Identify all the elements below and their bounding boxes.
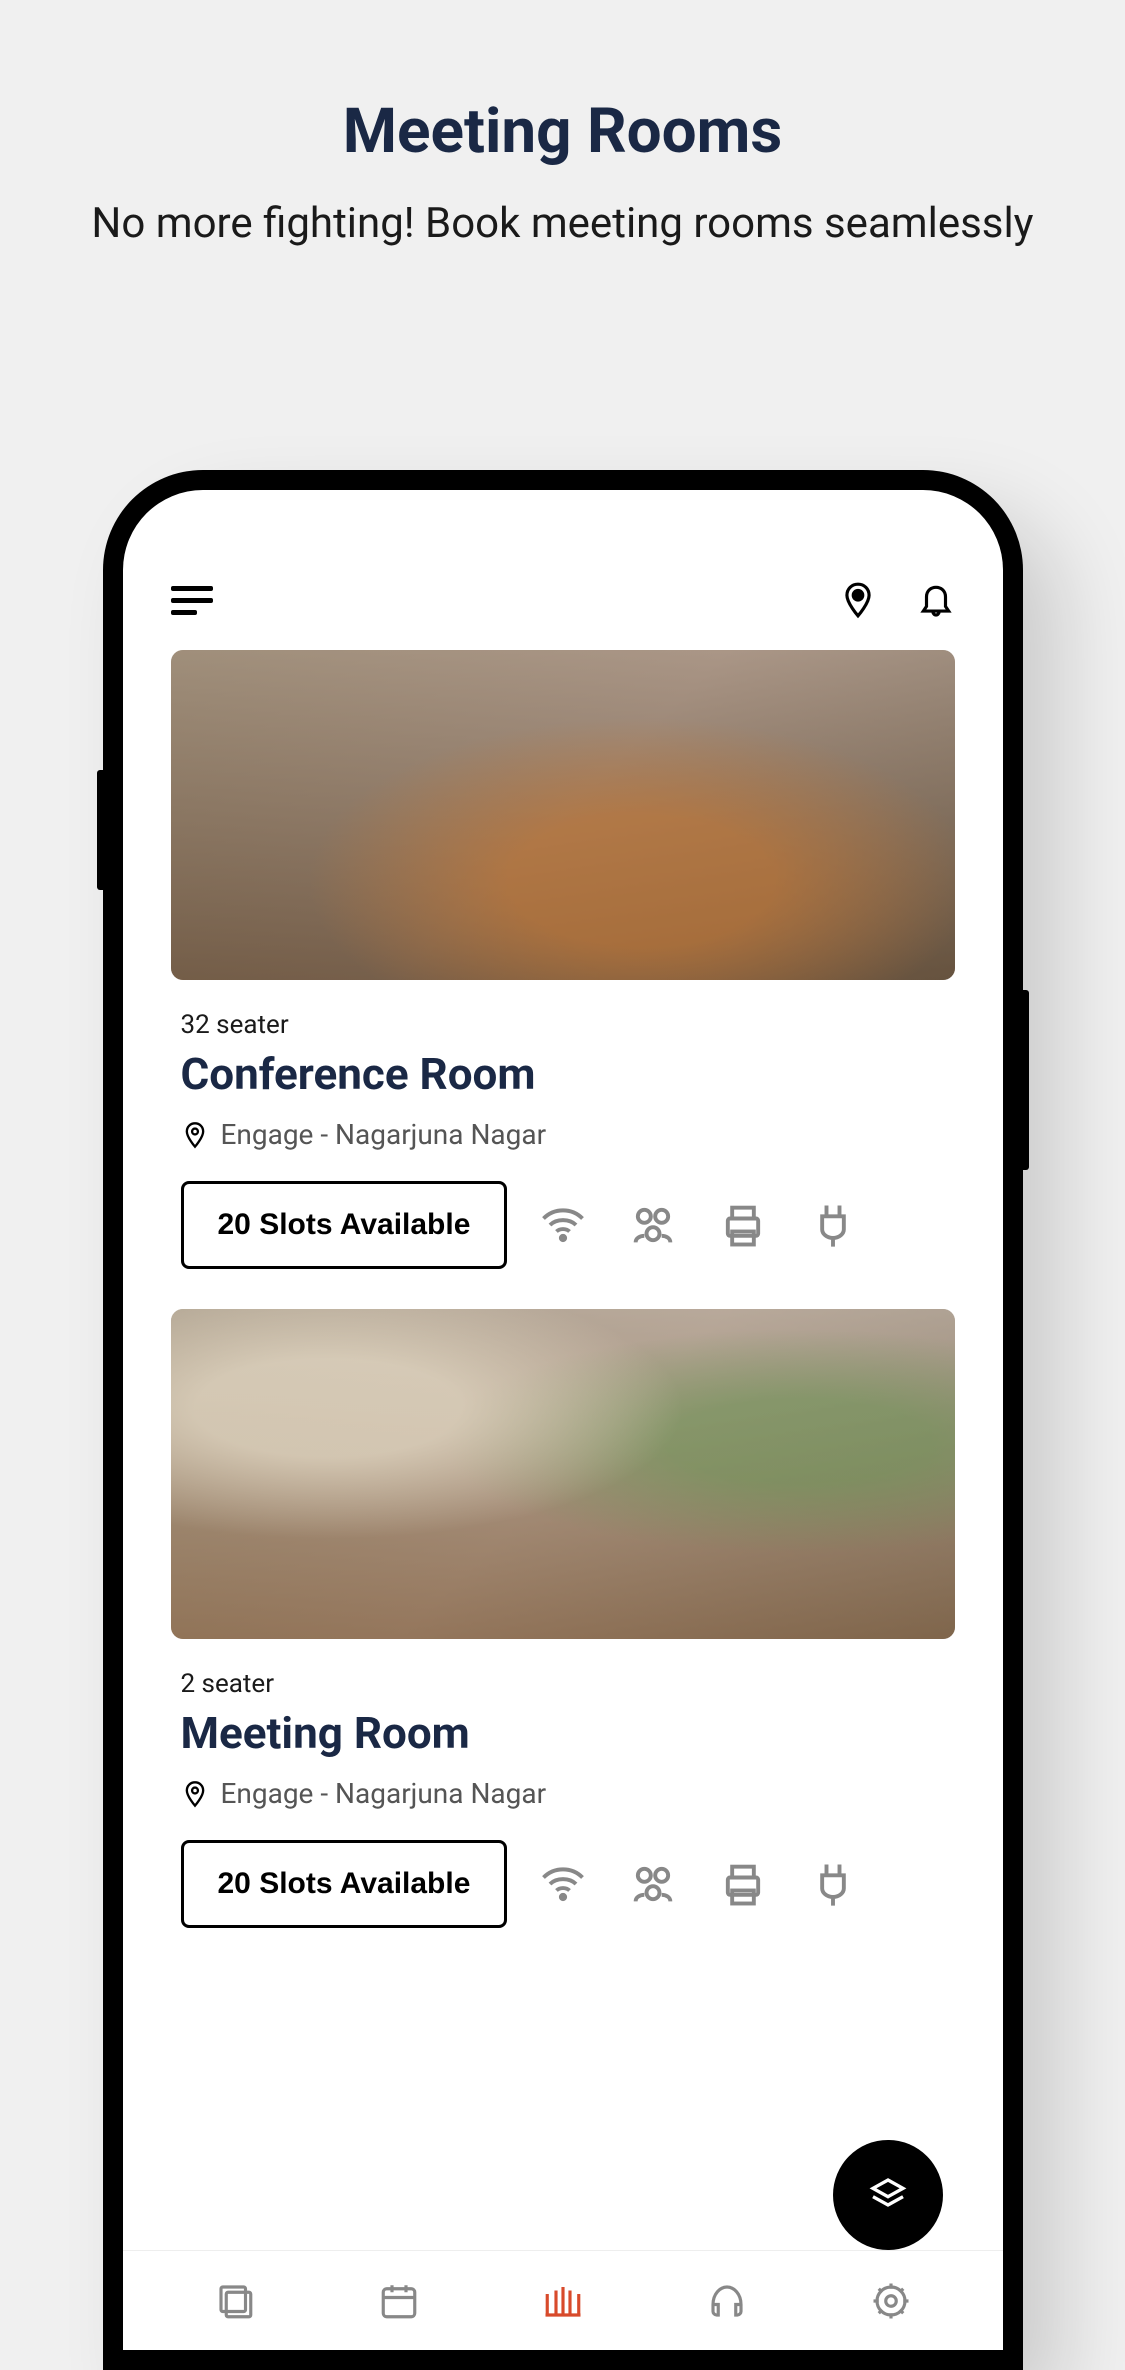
- room-info: 32 seater Conference Room Engage - Nagar…: [171, 980, 955, 1269]
- location-icon[interactable]: [839, 581, 877, 619]
- nav-rooms-icon[interactable]: [542, 2280, 584, 2322]
- seater-label: 32 seater: [181, 1010, 945, 1040]
- nav-support-icon[interactable]: [706, 2280, 748, 2322]
- plug-icon: [807, 1199, 859, 1251]
- room-name: Meeting Room: [181, 1707, 945, 1759]
- menu-icon[interactable]: [171, 586, 213, 615]
- plug-icon: [807, 1858, 859, 1910]
- room-card[interactable]: 2 seater Meeting Room Engage - Nagarjuna…: [171, 1309, 955, 1928]
- wifi-icon: [537, 1858, 589, 1910]
- room-location: Engage - Nagarjuna Nagar: [181, 1118, 945, 1151]
- promo-header: Meeting Rooms No more fighting! Book mee…: [0, 0, 1125, 253]
- pin-icon: [181, 1121, 209, 1149]
- room-footer: 20 Slots Available: [181, 1840, 945, 1928]
- room-name: Conference Room: [181, 1048, 945, 1100]
- room-location: Engage - Nagarjuna Nagar: [181, 1777, 945, 1810]
- team-icon: [627, 1858, 679, 1910]
- printer-icon: [717, 1858, 769, 1910]
- slots-button[interactable]: 20 Slots Available: [181, 1181, 508, 1269]
- room-footer: 20 Slots Available: [181, 1181, 945, 1269]
- promo-subtitle: No more fighting! Book meeting rooms sea…: [40, 196, 1085, 253]
- seater-label: 2 seater: [181, 1669, 945, 1699]
- team-icon: [627, 1199, 679, 1251]
- room-image: [171, 1309, 955, 1639]
- amenities: [537, 1858, 944, 1910]
- nav-home-icon[interactable]: [214, 2280, 256, 2322]
- room-info: 2 seater Meeting Room Engage - Nagarjuna…: [171, 1639, 955, 1928]
- app-header: [123, 550, 1003, 650]
- amenities: [537, 1199, 944, 1251]
- wifi-icon: [537, 1199, 589, 1251]
- room-card[interactable]: 32 seater Conference Room Engage - Nagar…: [171, 650, 955, 1269]
- phone-button: [97, 770, 103, 890]
- phone-frame: 32 seater Conference Room Engage - Nagar…: [103, 470, 1023, 2370]
- phone-button: [1023, 990, 1029, 1170]
- slots-button[interactable]: 20 Slots Available: [181, 1840, 508, 1928]
- pin-icon: [181, 1780, 209, 1808]
- room-image: [171, 650, 955, 980]
- app-screen: 32 seater Conference Room Engage - Nagar…: [123, 490, 1003, 2350]
- location-text: Engage - Nagarjuna Nagar: [221, 1777, 547, 1810]
- printer-icon: [717, 1199, 769, 1251]
- room-list[interactable]: 32 seater Conference Room Engage - Nagar…: [123, 650, 1003, 1928]
- fab-button[interactable]: [833, 2140, 943, 2250]
- nav-calendar-icon[interactable]: [378, 2280, 420, 2322]
- bell-icon[interactable]: [917, 581, 955, 619]
- bottom-nav: [123, 2250, 1003, 2350]
- location-text: Engage - Nagarjuna Nagar: [221, 1118, 547, 1151]
- promo-title: Meeting Rooms: [40, 95, 1085, 168]
- nav-settings-icon[interactable]: [870, 2280, 912, 2322]
- header-actions: [839, 581, 955, 619]
- layers-icon: [868, 2175, 908, 2215]
